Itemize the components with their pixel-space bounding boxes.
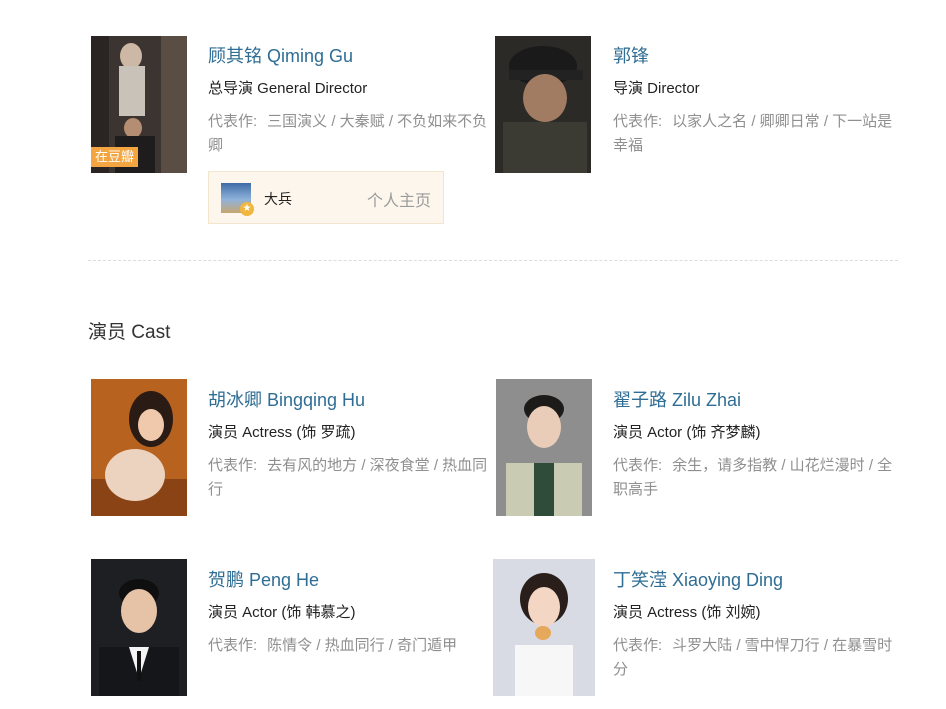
works-label: 代表作: [613, 637, 663, 654]
verified-star-icon: ★ [240, 202, 254, 216]
cast-info-hu: 胡冰卿 Bingqing Hu 演员 Actress (饰 罗疏) 代表作: 去有… [208, 389, 490, 502]
director-info-guo: 郭锋 导演 Director 代表作: 以家人之名 / 卿卿日常 / 下一站是幸福 [613, 45, 895, 158]
director-info-gu: 顾其铭 Qiming Gu 总导演 General Director 代表作: 三… [208, 45, 490, 158]
cast-photo-hu[interactable] [91, 379, 187, 516]
photo-placeholder [493, 559, 595, 696]
works-label: 代表作: [613, 457, 663, 474]
works-label: 代表作: [208, 637, 258, 654]
person-role: 演员 Actress (饰 刘婉) [613, 604, 761, 621]
works-label: 代表作: [208, 457, 258, 474]
person-role: 总导演 General Director [208, 80, 368, 97]
person-name-link[interactable]: 胡冰卿 Bingqing Hu [208, 389, 490, 411]
cast-info-zhai: 翟子路 Zilu Zhai 演员 Actor (饰 齐梦麟) 代表作: 余生，请多… [613, 389, 895, 502]
representative-works: 代表作: 陈情令 / 热血同行 / 奇门遁甲 [208, 634, 490, 658]
cast-photo-ding[interactable] [493, 559, 595, 696]
works-list: 陈情令 / 热血同行 / 奇门遁甲 [267, 637, 458, 654]
photo-placeholder [495, 36, 591, 173]
cast-section-title: 演员 Cast [88, 322, 171, 343]
director-photo-guo[interactable] [495, 36, 591, 173]
director-photo-gu[interactable]: 在豆瓣 [91, 36, 187, 173]
person-role: 导演 Director [613, 80, 700, 97]
photo-placeholder [496, 379, 592, 516]
person-name-link[interactable]: 贺鹏 Peng He [208, 569, 490, 591]
avatar: ★ [221, 183, 254, 216]
representative-works: 代表作: 三国演义 / 大秦赋 / 不负如来不负卿 [208, 110, 490, 158]
representative-works: 代表作: 去有风的地方 / 深夜食堂 / 热血同行 [208, 454, 490, 502]
section-divider [88, 260, 898, 261]
representative-works: 代表作: 斗罗大陆 / 雪中悍刀行 / 在暴雪时分 [613, 634, 895, 682]
cast-info-he: 贺鹏 Peng He 演员 Actor (饰 韩慕之) 代表作: 陈情令 / 热血… [208, 569, 490, 658]
person-role: 演员 Actor (饰 韩慕之) [208, 604, 356, 621]
cast-photo-zhai[interactable] [496, 379, 592, 516]
photo-placeholder [91, 379, 187, 516]
person-name-link[interactable]: 翟子路 Zilu Zhai [613, 389, 895, 411]
works-label: 代表作: [208, 113, 258, 130]
personal-page-box[interactable]: ★ 大兵 个人主页 [208, 171, 444, 224]
personal-name: 大兵 [264, 191, 292, 207]
representative-works: 代表作: 余生，请多指教 / 山花烂漫时 / 全职高手 [613, 454, 895, 502]
photo-placeholder [91, 559, 187, 696]
person-role: 演员 Actor (饰 齐梦麟) [613, 424, 761, 441]
person-name-link[interactable]: 郭锋 [613, 45, 895, 67]
douban-badge: 在豆瓣 [91, 147, 139, 167]
works-label: 代表作: [613, 113, 663, 130]
representative-works: 代表作: 以家人之名 / 卿卿日常 / 下一站是幸福 [613, 110, 895, 158]
person-name-link[interactable]: 顾其铭 Qiming Gu [208, 45, 490, 67]
person-role: 演员 Actress (饰 罗疏) [208, 424, 356, 441]
personal-page-link[interactable]: 个人主页 [367, 187, 431, 211]
credits-page: 在豆瓣 顾其铭 Qiming Gu 总导演 General Director 代… [0, 0, 946, 709]
person-name-link[interactable]: 丁笑滢 Xiaoying Ding [613, 569, 895, 591]
cast-info-ding: 丁笑滢 Xiaoying Ding 演员 Actress (饰 刘婉) 代表作:… [613, 569, 895, 682]
cast-photo-he[interactable] [91, 559, 187, 696]
